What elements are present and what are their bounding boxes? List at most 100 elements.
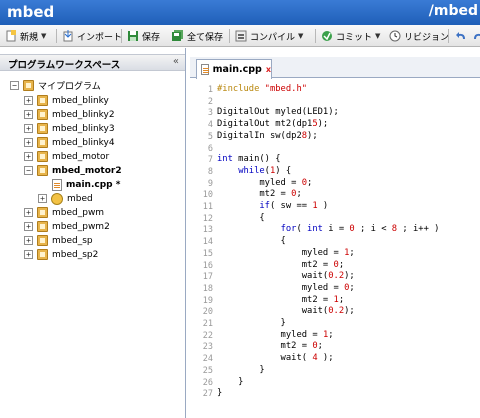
line-number: 17 xyxy=(202,272,213,283)
program-icon xyxy=(37,95,48,106)
cpp-file-icon xyxy=(52,178,62,191)
tree-item-mbed-pwm[interactable]: + mbed_pwm xyxy=(24,206,104,219)
code-line[interactable]: mt2 = 1; xyxy=(217,295,344,305)
tree-item-mbed-sp[interactable]: + mbed_sp xyxy=(24,234,93,247)
tree-item-label: mbed_motor xyxy=(52,151,110,162)
collapse-tree-icon[interactable]: − xyxy=(10,81,19,90)
code-area[interactable]: 1 #include "mbed.h" 2 3 DigitalOut myled(LED… xyxy=(190,79,480,418)
program-icon xyxy=(37,151,48,162)
revision-button[interactable]: リビジョン xyxy=(389,28,449,44)
tree-item-mbed-blinky[interactable]: + mbed_blinky xyxy=(24,94,109,107)
workspace-title: プログラムワークスペース xyxy=(8,60,121,71)
new-button-label: 新規 xyxy=(20,32,39,43)
save-icon xyxy=(127,30,139,42)
code-line[interactable]: DigitalIn sw(dp28); xyxy=(217,131,318,141)
tree-item-mbed-blinky3[interactable]: + mbed_blinky3 xyxy=(24,122,115,135)
expand-icon[interactable]: + xyxy=(24,208,33,217)
tree-item-mbed-sp2[interactable]: + mbed_sp2 xyxy=(24,248,98,261)
toolbar-divider xyxy=(121,29,122,43)
line-number: 6 xyxy=(207,143,213,154)
expand-icon[interactable]: + xyxy=(24,96,33,105)
code-line[interactable]: } xyxy=(217,377,243,387)
import-button[interactable]: インポート xyxy=(62,28,122,44)
code-line[interactable]: DigitalOut mt2(dp15); xyxy=(217,119,328,129)
line-number: 11 xyxy=(202,202,213,212)
code-line[interactable]: if( sw == 1 ) xyxy=(217,201,328,211)
code-line[interactable]: while(1) { xyxy=(217,166,291,176)
code-line[interactable]: mt2 = 0; xyxy=(217,260,344,270)
expand-icon[interactable]: + xyxy=(24,250,33,259)
code-line[interactable]: wait(0.2); xyxy=(217,271,355,281)
code-line[interactable]: wait(0.2); xyxy=(217,306,355,316)
code-line[interactable]: { xyxy=(217,236,286,246)
tree-item-mbed-motor2[interactable]: − mbed_motor2 xyxy=(24,164,122,177)
code-editor: main.cpp x 1 #include "mbed.h" 2 3 DigitalOu… xyxy=(190,57,480,418)
collapse-icon[interactable]: « xyxy=(173,56,179,67)
tab-main-cpp[interactable]: main.cpp x xyxy=(196,59,272,79)
tree-item-mbed-motor[interactable]: + mbed_motor xyxy=(24,150,109,163)
toolbar-divider xyxy=(448,29,449,43)
code-line[interactable]: #include "mbed.h" xyxy=(217,84,307,94)
commit-button[interactable]: コミット ▼ xyxy=(321,28,380,44)
revision-button-label: リビジョン xyxy=(404,32,450,43)
code-line[interactable]: wait( 4 ); xyxy=(217,353,334,363)
code-line[interactable]: { xyxy=(217,213,264,223)
undo-icon xyxy=(455,30,467,42)
line-number: 9 xyxy=(207,178,213,189)
code-line[interactable]: myled = 1; xyxy=(217,330,334,340)
expand-icon[interactable]: + xyxy=(24,110,33,119)
code-line[interactable]: DigitalOut myled(LED1); xyxy=(217,107,339,117)
line-number: 26 xyxy=(202,377,213,388)
title-bar: mbed /mbed xyxy=(0,0,480,25)
close-icon[interactable]: x xyxy=(266,65,271,74)
code-line[interactable]: myled = 0; xyxy=(217,178,312,188)
tree-item-mbed-blinky4[interactable]: + mbed_blinky4 xyxy=(24,136,115,149)
tree-item-label: mbed_pwm xyxy=(52,207,105,218)
tree-item-mbed-pwm2[interactable]: + mbed_pwm2 xyxy=(24,220,110,233)
compile-button[interactable]: コンパイル ▼ xyxy=(235,28,303,44)
commit-button-label: コミット xyxy=(336,32,373,43)
expand-icon[interactable]: + xyxy=(24,152,33,161)
code-line[interactable]: } xyxy=(217,318,286,328)
program-icon xyxy=(37,249,48,260)
line-number: 12 xyxy=(202,213,213,224)
code-line[interactable]: myled = 1; xyxy=(217,248,355,258)
line-number: 19 xyxy=(202,295,213,306)
code-line[interactable]: } xyxy=(217,365,264,375)
save-all-button-label: 全て保存 xyxy=(187,32,224,43)
expand-icon[interactable]: + xyxy=(38,194,47,203)
new-button[interactable]: 新規 ▼ xyxy=(5,28,46,44)
redo-icon xyxy=(472,30,480,42)
program-icon xyxy=(37,165,48,176)
code-line[interactable]: mt2 = 0; xyxy=(217,189,301,199)
tree-item-mbed-lib[interactable]: + mbed xyxy=(38,192,93,205)
code-line[interactable]: myled = 0; xyxy=(217,283,355,293)
tree-item-main-cpp[interactable]: main.cpp * xyxy=(52,178,120,191)
chevron-down-icon: ▼ xyxy=(41,32,47,40)
redo-button[interactable] xyxy=(472,28,480,44)
save-button[interactable]: 保存 xyxy=(127,28,160,44)
tree-item-label: mbed_sp xyxy=(52,235,93,246)
import-button-label: インポート xyxy=(77,32,123,43)
tree-item-mbed-blinky2[interactable]: + mbed_blinky2 xyxy=(24,108,115,121)
code-line[interactable]: mt2 = 0; xyxy=(217,341,323,351)
tree-item-label: mbed_blinky xyxy=(52,95,109,106)
code-line[interactable]: } xyxy=(217,388,222,398)
line-number: 16 xyxy=(202,260,213,271)
expand-icon[interactable]: + xyxy=(24,236,33,245)
code-line[interactable]: int main() { xyxy=(217,154,281,164)
tree-item-label: main.cpp * xyxy=(66,179,121,190)
tree-item-label: mbed xyxy=(67,193,93,204)
program-icon xyxy=(37,207,48,218)
expand-icon[interactable]: + xyxy=(24,124,33,133)
undo-button[interactable] xyxy=(455,28,470,44)
collapse-tree-icon[interactable]: − xyxy=(24,166,33,175)
expand-icon[interactable]: + xyxy=(24,222,33,231)
chevron-down-icon: ▼ xyxy=(375,32,381,40)
save-all-button[interactable]: 全て保存 xyxy=(172,28,223,44)
program-icon xyxy=(37,123,48,134)
program-icon xyxy=(37,235,48,246)
code-line[interactable]: for( int i = 0 ; i < 8 ; i++ ) xyxy=(217,224,440,234)
tree-root[interactable]: − マイプログラム xyxy=(10,79,101,92)
expand-icon[interactable]: + xyxy=(24,138,33,147)
